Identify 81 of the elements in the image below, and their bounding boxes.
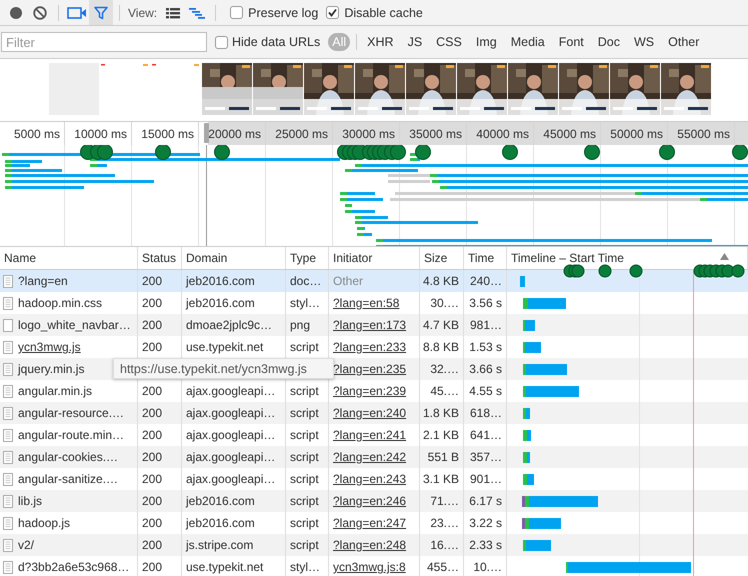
table-cell: 200 [142, 516, 162, 530]
table-cell: 357… [470, 450, 502, 464]
table-cell: 200 [142, 406, 162, 420]
table-cell: use.typekit.net [186, 340, 264, 354]
table-cell: ajax.googleapi… [186, 406, 276, 420]
tick-label: 20000 ms [208, 126, 261, 140]
table-cell: styl… [290, 296, 320, 310]
tick-label: 25000 ms [275, 126, 328, 140]
table-cell: script [290, 450, 319, 464]
tick-label: 40000 ms [476, 126, 529, 140]
table-cell: use.typekit.net [186, 560, 264, 574]
table-cell: 618… [470, 406, 502, 420]
table-cell: jeb2016.com [186, 296, 255, 310]
table-cell: 2.1 KB [422, 428, 459, 442]
table-cell: 200 [142, 318, 162, 332]
table-cell: script [290, 406, 319, 420]
table-cell: 200 [142, 384, 162, 398]
table-cell: script [290, 538, 319, 552]
table-cell: script [290, 516, 319, 530]
table-cell: jeb2016.com [186, 494, 255, 508]
tick-label: 5000 ms [14, 126, 60, 140]
initiator-text: Other [333, 274, 364, 288]
table-cell: 551 B [428, 450, 459, 464]
view-label: View: [128, 6, 158, 20]
table-cell: js.stripe.com [186, 538, 254, 552]
table-cell: 4.7 KB [422, 318, 459, 332]
tick-label: 35000 ms [409, 126, 462, 140]
table-cell: jeb2016.com [186, 516, 255, 530]
table-cell: 10.… [473, 560, 502, 574]
table-cell: 200 [142, 274, 162, 288]
table-cell: 1.53 s [469, 340, 502, 354]
table-cell: 455… [426, 560, 459, 574]
tick-label: 50000 ms [610, 126, 663, 140]
table-cell: dmoae2jplc9c… [186, 318, 272, 332]
table-cell: 200 [142, 428, 162, 442]
table-cell: 32.… [430, 362, 459, 376]
table-cell: ajax.googleapi… [186, 450, 276, 464]
table-cell: 3.1 KB [422, 472, 459, 486]
table-cell: 23.… [430, 516, 459, 530]
table-cell: doc… [290, 274, 322, 288]
table-cell: 901… [470, 472, 502, 486]
table-cell: png [290, 318, 310, 332]
table-cell: 200 [142, 450, 162, 464]
table-cell: script [290, 428, 319, 442]
table-cell: 30.… [430, 296, 459, 310]
table-cell: 200 [142, 296, 162, 310]
table-cell: 3.22 s [469, 516, 502, 530]
table-cell: 3.66 s [469, 362, 502, 376]
table-cell: 200 [142, 472, 162, 486]
tick-label: 15000 ms [141, 126, 194, 140]
table-cell: script [290, 472, 319, 486]
table-cell: 4.55 s [469, 384, 502, 398]
tick-label: 10000 ms [74, 126, 127, 140]
table-cell: 3.56 s [469, 296, 502, 310]
table-cell: 2.33 s [469, 538, 502, 552]
table-cell: jeb2016.com [186, 274, 255, 288]
table-cell: 45.… [430, 384, 459, 398]
table-cell: 71.… [430, 494, 459, 508]
table-cell: 200 [142, 340, 162, 354]
tick-label: 30000 ms [342, 126, 395, 140]
tick-label: 45000 ms [543, 126, 596, 140]
table-cell: 641… [470, 428, 502, 442]
tooltip: https://use.typekit.net/ycn3mwg.js [113, 358, 334, 379]
table-cell: 200 [142, 538, 162, 552]
table-cell: 1.8 KB [422, 406, 459, 420]
table-cell: 8.8 KB [422, 340, 459, 354]
table-cell: 240… [470, 274, 502, 288]
table-cell: styl… [290, 560, 320, 574]
table-cell: ajax.googleapi… [186, 472, 276, 486]
table-cell: script [290, 384, 319, 398]
table-cell: script [290, 340, 319, 354]
table-cell: ajax.googleapi… [186, 384, 276, 398]
table-cell: 981… [470, 318, 502, 332]
table-cell: 6.17 s [469, 494, 502, 508]
table-cell: 4.8 KB [422, 274, 459, 288]
table-cell: script [290, 494, 319, 508]
tick-label: 55000 ms [677, 126, 730, 140]
table-cell: 200 [142, 560, 162, 574]
table-cell: 16.… [430, 538, 459, 552]
table-cell: ajax.googleapi… [186, 428, 276, 442]
table-cell: 200 [142, 494, 162, 508]
